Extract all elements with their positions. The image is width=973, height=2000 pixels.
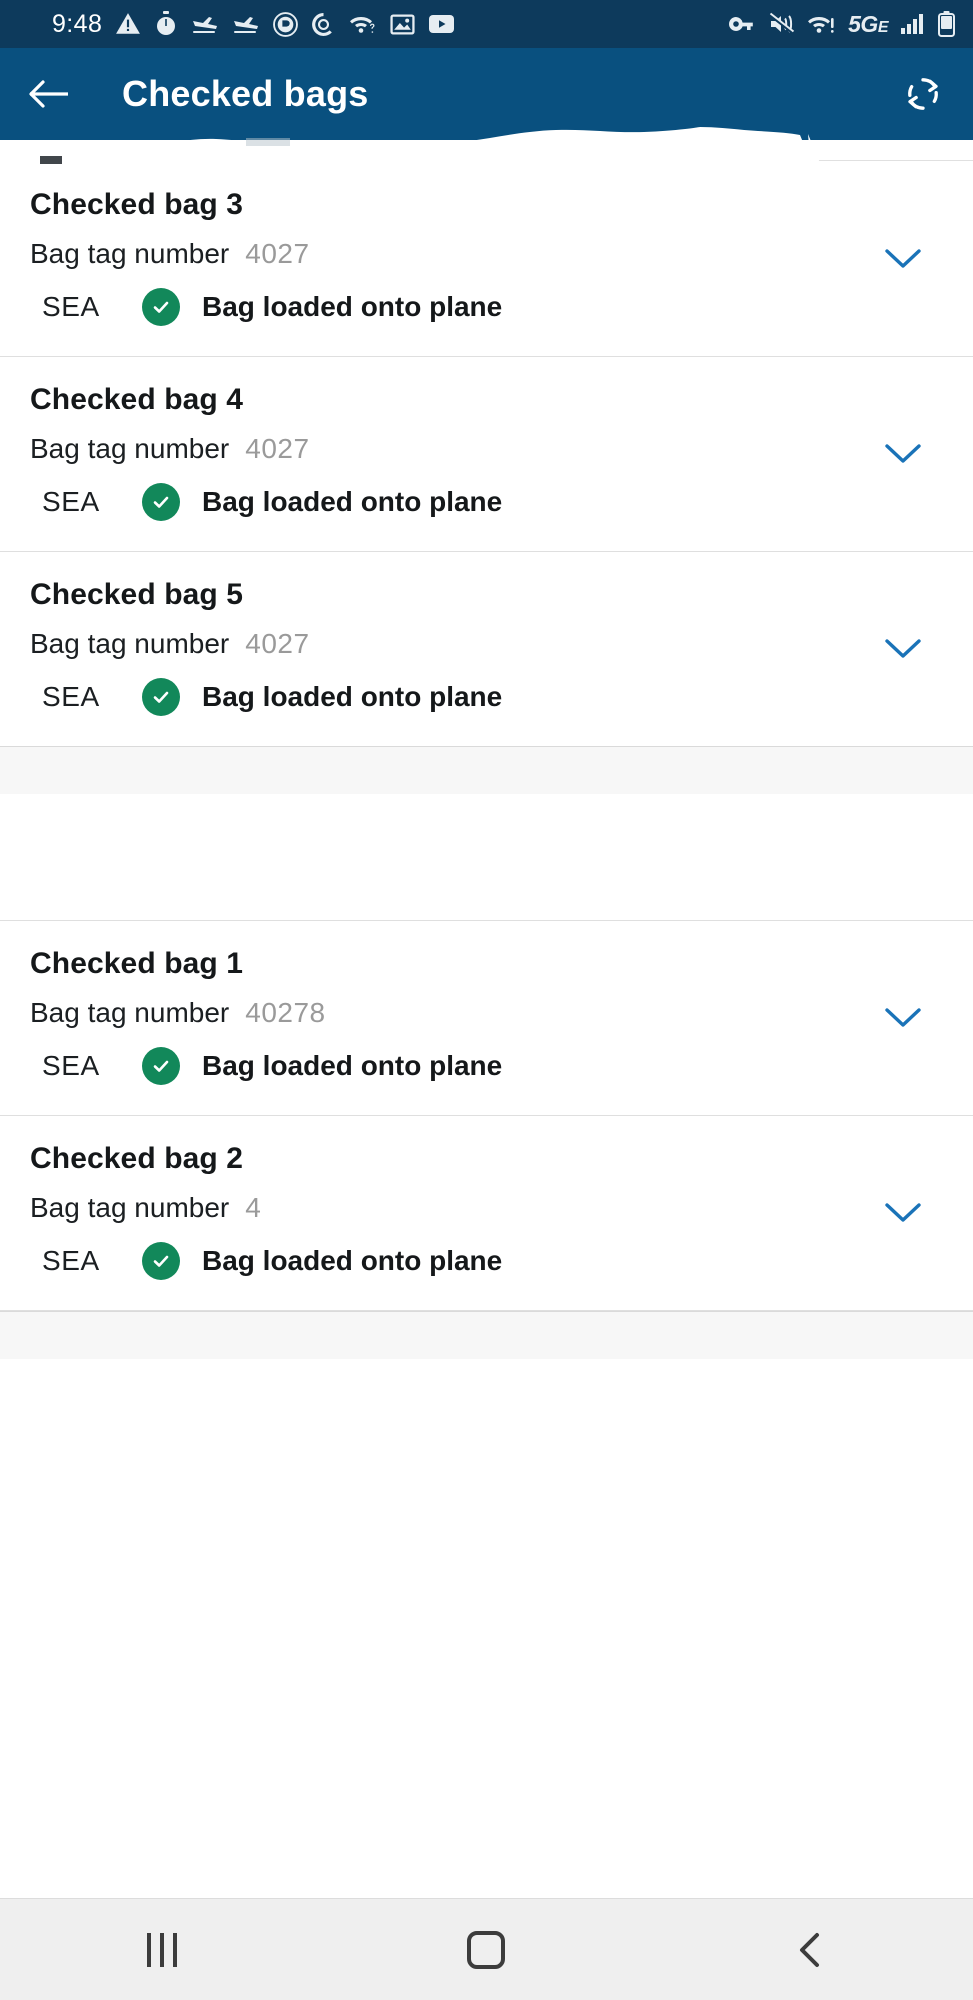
arrow-left-icon <box>29 80 68 108</box>
chevron-down-icon <box>885 249 921 268</box>
recent-apps-button[interactable] <box>102 1899 222 2000</box>
bag-status-text: Bag loaded onto plane <box>202 1050 503 1081</box>
refresh-icon <box>908 78 938 110</box>
status-bar: 9:48 5GE <box>0 0 973 48</box>
home-icon <box>467 1930 506 1969</box>
bag-group: Checked bag 3 Bag tag number 4027 SEA Bag lo… <box>0 162 973 746</box>
bag-card-title: Checked bag 4 <box>30 383 244 416</box>
check-circle-icon <box>142 1242 180 1280</box>
check-circle-icon <box>142 1047 180 1085</box>
bag-card[interactable]: Checked bag 4 Bag tag number 4027 SEA Bag lo… <box>0 356 973 551</box>
bag-status-text: Bag loaded onto plane <box>202 486 503 517</box>
bag-tag-label: Bag tag number <box>30 628 230 659</box>
wifi-question-icon <box>350 16 375 33</box>
recents-icon <box>147 1932 178 1967</box>
android-navigation-bar <box>0 1898 973 2000</box>
bag-tag-label: Bag tag number <box>30 238 230 269</box>
bag-card[interactable]: Checked bag 1 Bag tag number 40278 SEA Bag l… <box>0 921 973 1115</box>
signal-bars-icon <box>901 14 923 34</box>
airport-code: SEA <box>42 1050 100 1081</box>
bag-list: Checked bag 3 Bag tag number 4027 SEA Bag lo… <box>0 140 973 1359</box>
group-spacer-band <box>0 746 973 794</box>
page-title: Checked bags <box>122 73 369 114</box>
warning-triangle-icon <box>116 13 141 34</box>
check-circle-icon <box>142 678 180 716</box>
status-bar-right: 5GE <box>727 11 955 38</box>
vpn-key-icon <box>729 17 753 31</box>
bag-card-title: Checked bag 1 <box>30 947 244 980</box>
flight-arrival-icon <box>193 17 218 33</box>
bag-status-text: Bag loaded onto plane <box>202 681 503 712</box>
bag-tag-row: Bag tag number 40278 <box>30 997 947 1029</box>
bag-status-text: Bag loaded onto plane <box>202 291 503 322</box>
check-icon <box>153 1060 169 1072</box>
bag-tag-value: 4027 <box>245 238 310 269</box>
bag-status-row: SEA Bag loaded onto plane <box>30 1047 947 1085</box>
check-icon <box>153 496 169 508</box>
check-icon <box>153 301 169 313</box>
list-top-divider <box>0 140 973 162</box>
bag-tag-row: Bag tag number 4027 <box>30 628 947 660</box>
airport-code: SEA <box>42 1245 100 1276</box>
bag-tag-value: 4027 <box>245 433 310 464</box>
battery-icon <box>938 11 955 37</box>
check-icon <box>153 1255 169 1267</box>
refresh-button[interactable] <box>903 74 943 114</box>
expand-bag-button[interactable] <box>881 627 925 671</box>
video-play-icon <box>429 15 455 33</box>
bag-status-row: SEA Bag loaded onto plane <box>30 678 947 716</box>
airport-code: SEA <box>42 681 100 712</box>
chevron-down-icon <box>885 1203 921 1222</box>
stopwatch-icon <box>157 11 176 35</box>
expand-bag-button[interactable] <box>881 432 925 476</box>
bag-status-row: SEA Bag loaded onto plane <box>30 483 947 521</box>
bag-status-row: SEA Bag loaded onto plane <box>30 1242 947 1280</box>
status-bar-clock: 9:48 <box>52 9 103 38</box>
network-5ge-icon: 5GE <box>848 10 888 37</box>
bag-card[interactable]: Checked bag 3 Bag tag number 4027 SEA Bag lo… <box>0 162 973 356</box>
home-button[interactable] <box>426 1899 546 2000</box>
chevron-left-icon <box>799 1932 819 1967</box>
bag-tag-value: 4 <box>245 1192 262 1223</box>
bag-tag-label: Bag tag number <box>30 997 230 1028</box>
chevron-down-icon <box>885 639 921 658</box>
check-icon <box>153 691 169 703</box>
expand-bag-button[interactable] <box>881 1191 925 1235</box>
airport-code: SEA <box>42 291 100 322</box>
coin-circle-icon <box>273 11 299 37</box>
bag-tag-label: Bag tag number <box>30 433 230 464</box>
bag-group: Checked bag 1 Bag tag number 40278 SEA Bag l… <box>0 921 973 1310</box>
wifi-alert-icon <box>808 16 834 33</box>
bag-tag-row: Bag tag number 4 <box>30 1192 947 1224</box>
bag-tag-label: Bag tag number <box>30 1192 230 1223</box>
group-spacer-white <box>0 794 973 920</box>
status-bar-left: 9:48 <box>52 10 455 39</box>
list-bottom-band <box>0 1311 973 1359</box>
expand-bag-button[interactable] <box>881 237 925 281</box>
volume-vibrate-icon <box>769 12 795 35</box>
airport-code: SEA <box>42 486 100 517</box>
bag-tag-row: Bag tag number 4027 <box>30 433 947 465</box>
bag-card-title: Checked bag 2 <box>30 1142 244 1175</box>
bag-card-title: Checked bag 3 <box>30 188 244 221</box>
system-back-button[interactable] <box>751 1899 871 2000</box>
bag-status-row: SEA Bag loaded onto plane <box>30 288 947 326</box>
check-circle-icon <box>142 288 180 326</box>
photo-icon <box>390 13 415 34</box>
expand-bag-button[interactable] <box>881 996 925 1040</box>
bag-tag-value: 40278 <box>245 997 326 1028</box>
chevron-down-icon <box>885 1008 921 1027</box>
bag-card-title: Checked bag 5 <box>30 578 244 611</box>
flight-arrival-icon <box>234 17 259 33</box>
bag-card[interactable]: Checked bag 2 Bag tag number 4 SEA Bag loade… <box>0 1115 973 1310</box>
bag-card[interactable]: Checked bag 5 Bag tag number 4027 SEA Bag lo… <box>0 551 973 746</box>
chevron-down-icon <box>885 444 921 463</box>
bag-tag-row: Bag tag number 4027 <box>30 238 947 270</box>
app-header: Checked bags <box>0 48 973 140</box>
bag-status-text: Bag loaded onto plane <box>202 1245 503 1276</box>
ring-circle-icon <box>312 12 333 36</box>
back-button[interactable] <box>28 77 72 111</box>
check-circle-icon <box>142 483 180 521</box>
bag-tag-value: 4027 <box>245 628 310 659</box>
